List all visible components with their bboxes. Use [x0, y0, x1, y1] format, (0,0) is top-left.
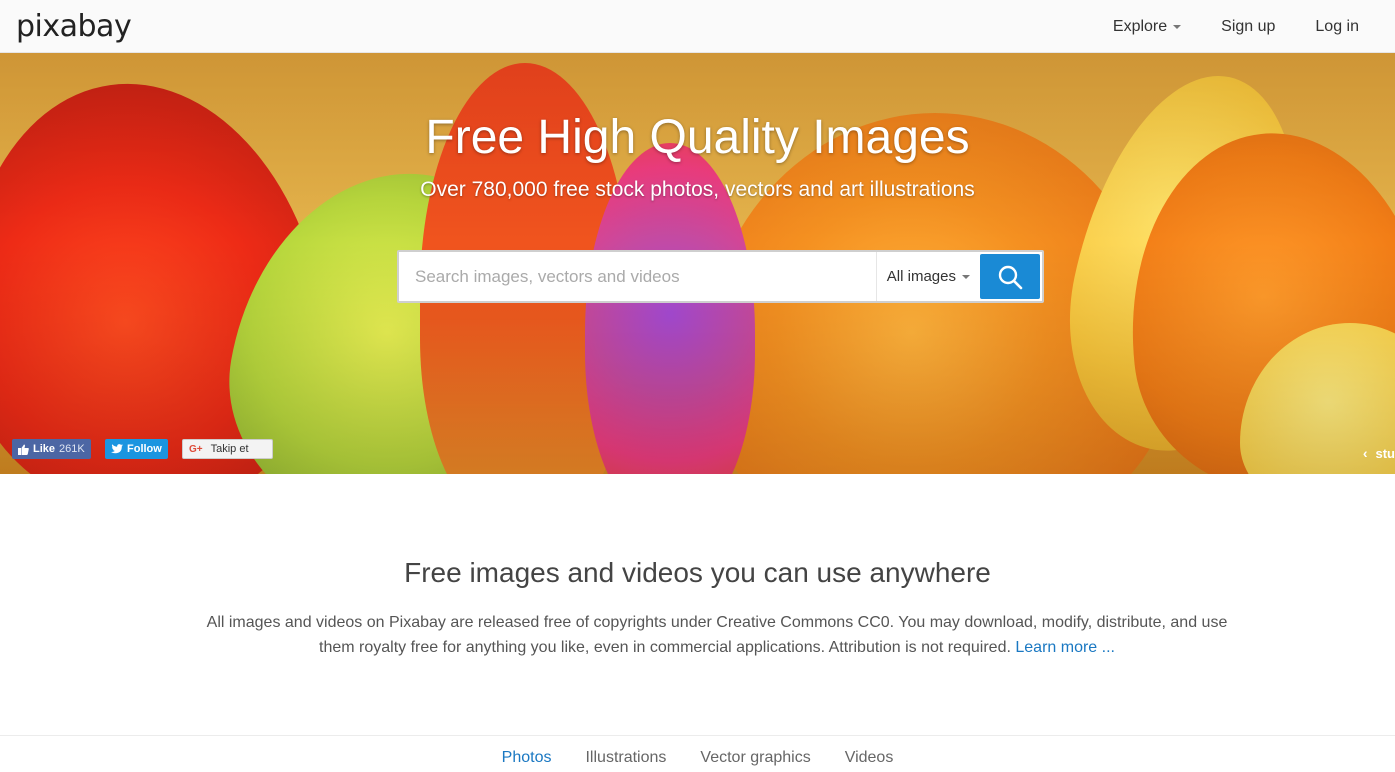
tab-illustrations[interactable]: Illustrations — [585, 746, 666, 770]
pixabay-logo[interactable]: pixabay — [16, 9, 132, 45]
facebook-like-count: 261K — [59, 443, 85, 455]
photo-credit[interactable]: ‹ stu — [1363, 445, 1395, 461]
tab-vector-graphics[interactable]: Vector graphics — [700, 746, 810, 770]
section-divider — [0, 735, 1395, 736]
thumbs-up-icon — [18, 444, 29, 455]
learn-more-link[interactable]: Learn more ... — [1015, 639, 1115, 656]
main-nav: Explore Sign up Log in — [1113, 0, 1359, 53]
tab-photos[interactable]: Photos — [502, 746, 552, 770]
hero-title: Free High Quality Images — [425, 111, 970, 164]
intro-paragraph: All images and videos on Pixabay are rel… — [200, 610, 1234, 660]
google-plus-follow-button[interactable]: G+ Takip et — [182, 439, 273, 459]
twitter-follow-label: Follow — [127, 443, 162, 455]
chevron-left-icon: ‹ — [1362, 445, 1368, 461]
twitter-bird-icon — [111, 444, 123, 454]
google-plus-icon: G+ — [189, 443, 203, 455]
caret-down-icon — [962, 274, 970, 279]
media-type-tabs: Photos Illustrations Vector graphics Vid… — [0, 746, 1395, 770]
explore-menu[interactable]: Explore — [1112, 17, 1182, 36]
search-type-label: All images — [886, 268, 956, 285]
search-form: All images — [397, 250, 1044, 303]
signup-link[interactable]: Sign up — [1221, 18, 1275, 36]
caret-down-icon — [1173, 24, 1182, 29]
social-buttons: Like 261K Follow G+ Takip et — [12, 439, 273, 459]
google-plus-label: Takip et — [210, 443, 249, 455]
search-type-select[interactable]: All images — [875, 252, 980, 301]
search-input[interactable] — [399, 252, 876, 301]
facebook-like-button[interactable]: Like 261K — [12, 439, 91, 459]
hero-subtitle: Over 780,000 free stock photos, vectors … — [420, 178, 975, 201]
tab-videos[interactable]: Videos — [845, 746, 894, 770]
hero-banner: Free High Quality Images Over 780,000 fr… — [0, 53, 1395, 474]
twitter-follow-button[interactable]: Follow — [105, 439, 168, 459]
facebook-like-label: Like — [33, 443, 56, 455]
photo-credit-text: stu — [1375, 445, 1395, 461]
explore-label: Explore — [1112, 17, 1168, 35]
top-navbar: pixabay Explore Sign up Log in — [0, 0, 1395, 53]
login-link[interactable]: Log in — [1315, 18, 1359, 36]
search-icon — [998, 265, 1023, 289]
search-button[interactable] — [980, 254, 1040, 299]
intro-heading: Free images and videos you can use anywh… — [404, 557, 991, 588]
